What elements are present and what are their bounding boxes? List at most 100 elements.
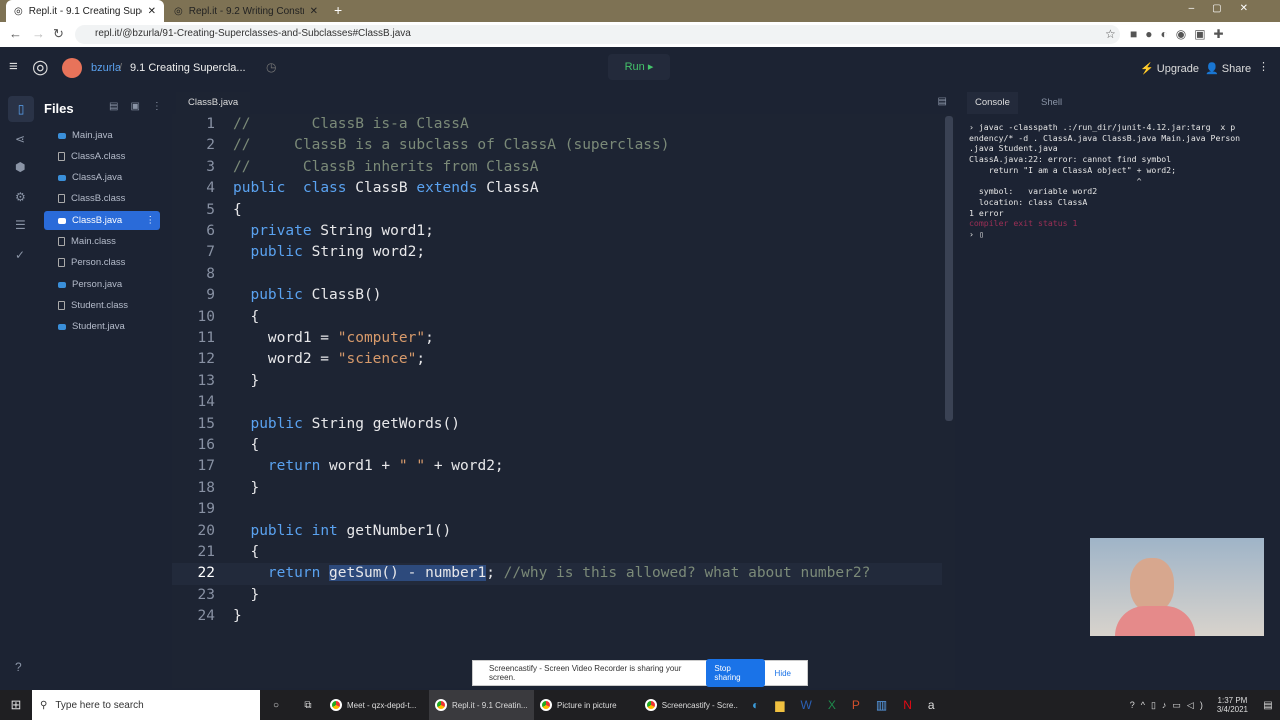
- code-line[interactable]: word1 = "computer";: [233, 328, 434, 349]
- code-line[interactable]: }: [233, 585, 259, 606]
- database-icon[interactable]: ☰: [15, 218, 26, 232]
- editor-tab[interactable]: ClassB.java: [176, 92, 251, 114]
- avatar[interactable]: [62, 58, 82, 78]
- code-token: {: [233, 437, 260, 453]
- taskbar-app[interactable]: Picture in picture: [534, 690, 639, 720]
- console-line: endency/* -d . ClassA.java ClassB.java M…: [969, 132, 1241, 143]
- code-line[interactable]: }: [233, 371, 259, 392]
- tab-console[interactable]: Console: [967, 92, 1018, 114]
- code-line[interactable]: public int getNumber1(): [233, 521, 451, 542]
- taskbar-app[interactable]: Meet - qzx-depd-t...: [324, 690, 429, 720]
- share-icon[interactable]: ⋖: [15, 132, 25, 146]
- url-input[interactable]: repl.it/@bzurla/91-Creating-Superclasses…: [75, 25, 1120, 44]
- file-item[interactable]: Person.class: [44, 253, 160, 272]
- more-icon[interactable]: ⋮: [1258, 60, 1269, 73]
- back-icon[interactable]: ←: [9, 26, 22, 41]
- repl-name[interactable]: 9.1 Creating Supercla...: [130, 62, 246, 74]
- files-icon[interactable]: ▯: [8, 96, 34, 122]
- tab-shell[interactable]: Shell: [1041, 92, 1062, 114]
- packages-icon[interactable]: ⬢: [15, 160, 25, 174]
- check-icon[interactable]: ✓: [15, 248, 25, 262]
- code-line[interactable]: // ClassB is a subclass of ClassA (super…: [233, 135, 670, 156]
- task-view-icon[interactable]: ⧉: [292, 700, 324, 711]
- line-number: 11: [197, 330, 215, 346]
- notifications-icon[interactable]: ▤: [1256, 700, 1280, 711]
- replit-logo[interactable]: ◎: [32, 56, 49, 79]
- file-item[interactable]: ClassB.class: [44, 189, 160, 208]
- browser-tab-active[interactable]: ◎Repl.it - 9.1 Creating Superclasses✕: [6, 0, 164, 22]
- reload-icon[interactable]: ↻: [53, 26, 64, 42]
- extension-icons[interactable]: ■●◐◉▣✚: [1130, 27, 1232, 41]
- share-button[interactable]: 👤 Share: [1205, 62, 1251, 75]
- layout-icon[interactable]: ▤: [938, 96, 947, 107]
- file-item[interactable]: Main.class: [44, 232, 160, 251]
- file-item[interactable]: Student.class: [44, 296, 160, 315]
- code-token: return: [267, 458, 321, 475]
- close-icon[interactable]: ✕: [310, 6, 318, 17]
- file-icon: [58, 258, 65, 267]
- settings-icon[interactable]: ⚙: [15, 190, 26, 204]
- code-line[interactable]: // ClassB is-a ClassA: [233, 114, 469, 135]
- code-line[interactable]: {: [233, 307, 259, 328]
- user-link[interactable]: bzurla: [91, 62, 121, 74]
- browser-tab[interactable]: ◎Repl.it - 9.2 Writing Constructors✕: [166, 0, 326, 22]
- file-item[interactable]: Person.java: [44, 275, 160, 294]
- system-tray-icons[interactable]: ?^▯♪▭◁): [1130, 700, 1209, 711]
- code-line[interactable]: public String getWords(): [233, 414, 460, 435]
- file-item-selected[interactable]: ClassB.java ⋮: [44, 211, 160, 230]
- forward-icon[interactable]: →: [32, 26, 45, 41]
- console-output[interactable]: › javac -classpath .:/run_dir/junit-4.12…: [969, 122, 1240, 240]
- clock[interactable]: 1:37 PM 3/4/2021: [1209, 696, 1256, 714]
- file-actions[interactable]: ▤▣⋮: [109, 101, 174, 112]
- code-line[interactable]: }: [233, 606, 242, 627]
- close-icon[interactable]: ✕: [148, 6, 156, 17]
- file-icon: [58, 152, 65, 161]
- code-line[interactable]: public ClassB(): [233, 285, 381, 306]
- stop-sharing-button[interactable]: Stop sharing: [706, 659, 765, 687]
- code-line[interactable]: {: [233, 435, 259, 456]
- star-icon[interactable]: ☆: [1105, 27, 1116, 41]
- code-token: return: [267, 565, 321, 582]
- editor-scrollbar[interactable]: [945, 116, 953, 421]
- code-line[interactable]: }: [233, 478, 259, 499]
- more-icon[interactable]: ⋮: [146, 215, 156, 226]
- upgrade-button[interactable]: ⚡ Upgrade: [1140, 62, 1199, 75]
- menu-icon[interactable]: ≡: [9, 58, 18, 75]
- line-number: 17: [197, 458, 215, 475]
- pinned-app-icons[interactable]: ◐▆WXP▥Na: [752, 698, 951, 712]
- taskbar-app[interactable]: Repl.it - 9.1 Creatin...: [429, 690, 534, 720]
- code-token: ClassA: [477, 180, 539, 197]
- code-line[interactable]: private String word1;: [233, 221, 433, 242]
- code-line[interactable]: {: [233, 200, 242, 221]
- file-item[interactable]: ClassA.class: [44, 147, 160, 166]
- file-item[interactable]: Student.java: [44, 317, 160, 336]
- replit-header: ≡ ◎ bzurla / 9.1 Creating Supercla... ◷ …: [0, 47, 1280, 88]
- code-line[interactable]: // ClassB inherits from ClassA: [233, 157, 539, 178]
- java-file-icon: [58, 174, 66, 181]
- code-line[interactable]: return word1 + " " + word2;: [233, 456, 504, 477]
- file-item[interactable]: ClassA.java: [44, 168, 160, 187]
- person-face: [1130, 558, 1174, 612]
- code-line[interactable]: public class ClassB extends ClassA: [233, 178, 539, 199]
- code-line[interactable]: word2 = "science";: [233, 349, 425, 370]
- code-token: ;: [425, 330, 434, 346]
- new-tab-button[interactable]: +: [334, 2, 342, 18]
- code-line[interactable]: return getSum() - number1; //why is this…: [233, 563, 870, 584]
- code-line[interactable]: public String word2;: [233, 242, 425, 263]
- console-line: ClassA.java:22: error: cannot find symbo…: [969, 154, 1172, 165]
- history-icon[interactable]: ◷: [266, 60, 276, 74]
- windows-start-icon[interactable]: ⊞: [0, 697, 32, 713]
- code-token: getSum() - number1: [329, 565, 487, 582]
- taskbar-search[interactable]: ⚲ Type here to search: [32, 690, 260, 720]
- code-line[interactable]: {: [233, 542, 259, 563]
- code-token: class: [302, 180, 347, 197]
- run-button[interactable]: Run ▸: [608, 54, 670, 80]
- taskbar-app[interactable]: Screencastify - Scre...: [639, 690, 744, 720]
- file-item[interactable]: Main.java: [44, 126, 160, 145]
- help-icon[interactable]: ?: [15, 660, 22, 674]
- cortana-icon[interactable]: ○: [260, 700, 292, 711]
- window-controls[interactable]: –▢✕: [1189, 3, 1266, 14]
- hide-button[interactable]: Hide: [775, 669, 791, 678]
